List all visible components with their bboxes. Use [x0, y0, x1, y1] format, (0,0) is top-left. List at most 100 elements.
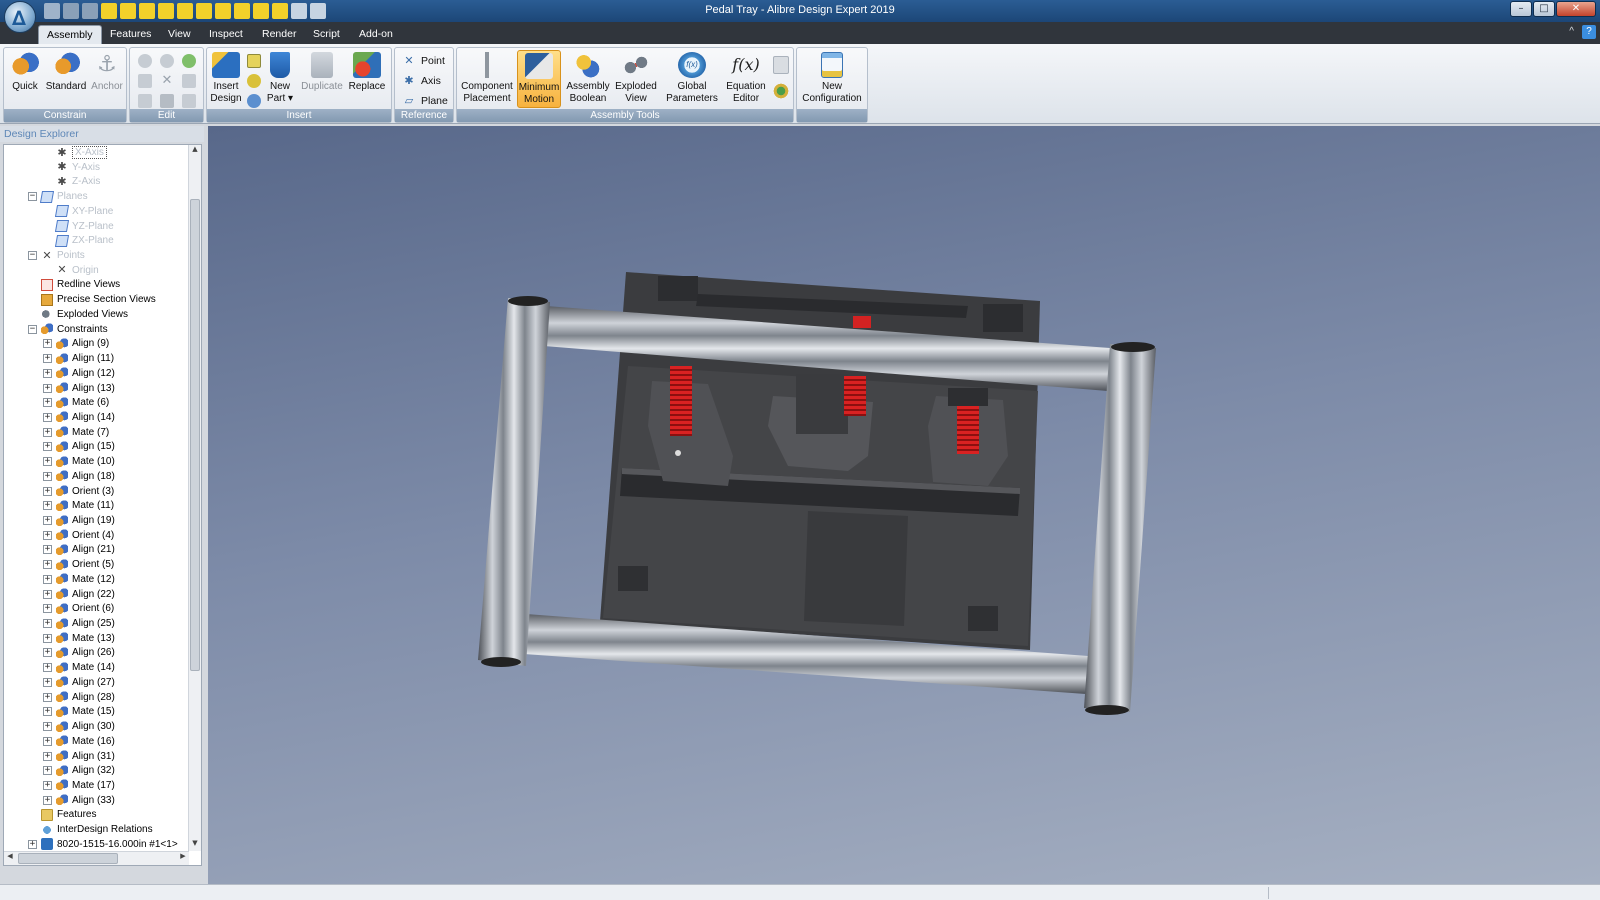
tree-node[interactable]: YZ-Plane: [43, 219, 114, 234]
expand-icon[interactable]: +: [43, 648, 52, 658]
expand-icon[interactable]: +: [43, 530, 52, 540]
edit-pattern-icon[interactable]: [160, 94, 174, 108]
expand-icon[interactable]: +: [43, 780, 52, 790]
scroll-thumb[interactable]: [190, 199, 200, 671]
tree-node[interactable]: + Align (14): [43, 410, 115, 425]
tree-node[interactable]: + Mate (13): [43, 631, 115, 646]
replace-button[interactable]: Replace: [347, 52, 387, 93]
tab-inspect[interactable]: Inspect: [201, 25, 251, 44]
bom-icon[interactable]: [773, 56, 789, 74]
edit-suppress-icon[interactable]: [160, 54, 174, 68]
tree-node[interactable]: + Mate (15): [43, 704, 115, 719]
expand-icon[interactable]: +: [43, 663, 52, 673]
edit-copy-icon[interactable]: [138, 74, 152, 88]
tree-node[interactable]: + Align (30): [43, 719, 115, 734]
expand-icon[interactable]: +: [43, 501, 52, 511]
tree-node[interactable]: + Mate (10): [43, 454, 115, 469]
expand-icon[interactable]: +: [43, 368, 52, 378]
tree-node[interactable]: + Align (22): [43, 587, 115, 602]
reference-plane-button[interactable]: ▱ Plane: [403, 94, 448, 107]
tree-node[interactable]: + Align (19): [43, 513, 115, 528]
expand-icon[interactable]: +: [43, 722, 52, 732]
tree-node[interactable]: Exploded Views: [28, 307, 128, 322]
expand-icon[interactable]: +: [43, 398, 52, 408]
global-parameters-button[interactable]: f(x) Global Parameters: [663, 52, 721, 105]
duplicate-button[interactable]: Duplicate: [299, 52, 345, 93]
tree-node[interactable]: XY-Plane: [43, 204, 113, 219]
expand-icon[interactable]: +: [43, 677, 52, 687]
tree-node[interactable]: + Align (33): [43, 793, 115, 808]
tree-node[interactable]: + Orient (5): [43, 557, 114, 572]
tree-node[interactable]: ✱ Y-Axis: [43, 160, 100, 175]
reference-axis-button[interactable]: ✱ Axis: [403, 74, 440, 87]
edit-move-icon[interactable]: [138, 94, 152, 108]
tree-node[interactable]: ✱ X-Axis: [43, 145, 107, 160]
help-icon[interactable]: ?: [1582, 25, 1596, 39]
new-configuration-button[interactable]: New Configuration: [799, 52, 865, 105]
expand-icon[interactable]: +: [43, 574, 52, 584]
edit-split-icon[interactable]: [182, 94, 196, 108]
standard-constraint-button[interactable]: Standard: [44, 52, 88, 93]
tree-node[interactable]: + Align (15): [43, 439, 115, 454]
app-menu-button[interactable]: ∆: [4, 1, 36, 33]
tree-node[interactable]: + Align (28): [43, 690, 115, 705]
insert-library-icon[interactable]: [247, 94, 261, 108]
scroll-right-icon[interactable]: ▶: [177, 852, 189, 864]
expand-icon[interactable]: +: [43, 707, 52, 717]
design-library-icon[interactable]: [773, 82, 789, 100]
expand-icon[interactable]: +: [43, 751, 52, 761]
expand-icon[interactable]: +: [43, 427, 52, 437]
expand-icon[interactable]: +: [43, 442, 52, 452]
tree-node[interactable]: + Mate (17): [43, 778, 115, 793]
tab-add-on[interactable]: Add-on: [351, 25, 401, 44]
tree-node[interactable]: + Align (27): [43, 675, 115, 690]
tree-node[interactable]: − ✕ Points: [28, 248, 85, 263]
tree-node[interactable]: ✕ Origin: [43, 263, 98, 278]
tree-node[interactable]: + Align (21): [43, 542, 115, 557]
expand-icon[interactable]: +: [43, 795, 52, 805]
tree-horizontal-scrollbar[interactable]: ◀ ▶: [4, 851, 189, 865]
scroll-down-icon[interactable]: ▼: [189, 839, 201, 851]
tree-node[interactable]: + Orient (3): [43, 484, 114, 499]
expand-icon[interactable]: +: [43, 766, 52, 776]
equation-editor-button[interactable]: f(x) Equation Editor: [723, 52, 769, 105]
component-placement-button[interactable]: Component Placement: [459, 52, 515, 105]
tree-node[interactable]: + Mate (12): [43, 572, 115, 587]
tree-node[interactable]: − Constraints: [28, 322, 108, 337]
tree-node[interactable]: Features: [28, 807, 96, 822]
collapse-icon[interactable]: −: [28, 192, 37, 202]
3d-viewport[interactable]: [208, 126, 1600, 884]
expand-icon[interactable]: +: [43, 412, 52, 422]
tree-node[interactable]: + Align (32): [43, 763, 115, 778]
expand-icon[interactable]: +: [43, 692, 52, 702]
scroll-up-icon[interactable]: ▲: [189, 145, 201, 157]
edit-constraint-icon[interactable]: [138, 54, 152, 68]
tree-node[interactable]: Redline Views: [28, 277, 120, 292]
expand-icon[interactable]: +: [43, 736, 52, 746]
edit-mirror-icon[interactable]: [182, 74, 196, 88]
tree-node[interactable]: − Planes: [28, 189, 88, 204]
tree-node[interactable]: + Mate (7): [43, 425, 109, 440]
tab-features[interactable]: Features: [102, 25, 159, 44]
tree-node[interactable]: + Mate (14): [43, 660, 115, 675]
delete-icon[interactable]: ✕: [160, 74, 174, 88]
tree-node[interactable]: + Align (25): [43, 616, 115, 631]
new-part-button[interactable]: New Part ▾: [265, 52, 295, 105]
anchor-button[interactable]: ⚓ Anchor: [90, 52, 124, 93]
expand-icon[interactable]: +: [43, 589, 52, 599]
collapse-icon[interactable]: −: [28, 324, 37, 334]
reference-point-button[interactable]: ✕ Point: [403, 54, 445, 67]
tree-node[interactable]: + Orient (4): [43, 528, 114, 543]
expand-icon[interactable]: +: [43, 604, 52, 614]
expand-icon[interactable]: +: [43, 560, 52, 570]
tree-node[interactable]: + Mate (16): [43, 734, 115, 749]
expand-icon[interactable]: +: [43, 516, 52, 525]
expand-icon[interactable]: +: [43, 457, 52, 467]
tree-node[interactable]: + Orient (6): [43, 601, 114, 616]
expand-icon[interactable]: +: [43, 545, 52, 555]
minimize-button[interactable]: –: [1510, 1, 1532, 17]
tree-node[interactable]: + Align (11): [43, 351, 114, 366]
expand-icon[interactable]: +: [28, 839, 37, 849]
quick-constraint-button[interactable]: Quick: [8, 52, 42, 93]
tree-node[interactable]: + Align (13): [43, 381, 115, 396]
